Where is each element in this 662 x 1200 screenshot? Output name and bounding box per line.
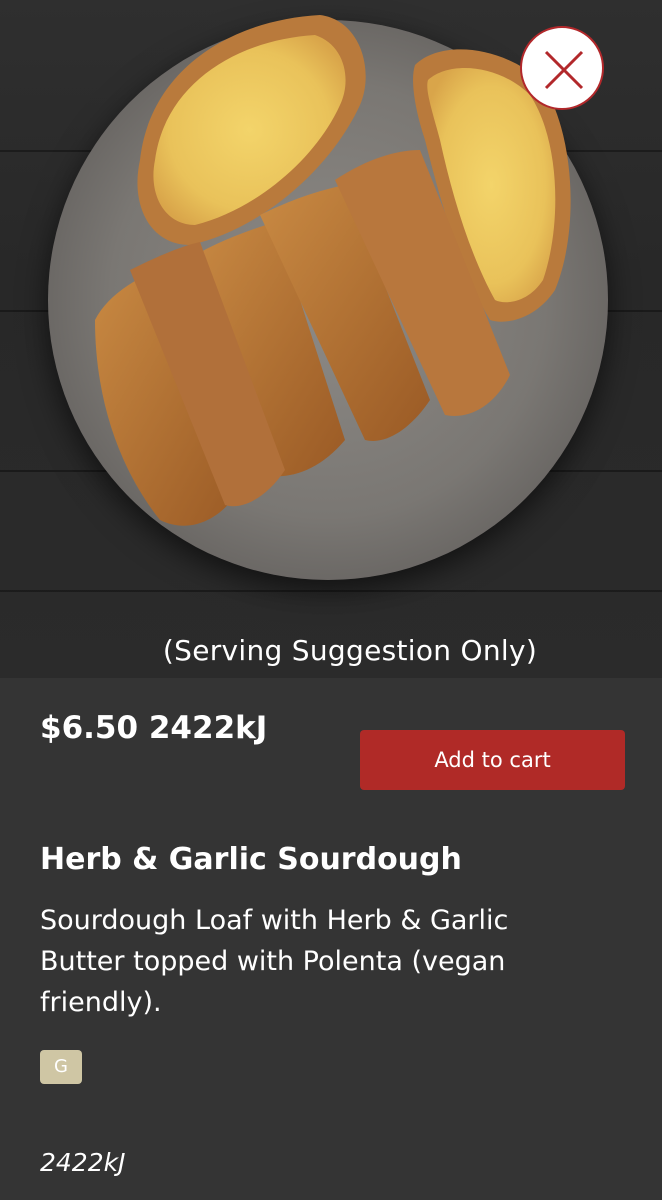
serving-suggestion-caption: (Serving Suggestion Only)	[162, 634, 538, 667]
energy-footer: 2422kJ	[40, 1148, 126, 1177]
price: $6.50	[40, 710, 139, 746]
product-description: Sourdough Loaf with Herb & Garlic Butter…	[40, 905, 509, 1018]
add-to-cart-button[interactable]: Add to cart	[360, 730, 625, 790]
product-title: Herb & Garlic Sourdough	[40, 842, 462, 877]
energy-kilojoules: 2422kJ	[148, 710, 268, 746]
close-icon	[544, 50, 584, 90]
price-and-energy: $6.50 2422kJ	[40, 710, 267, 746]
dietary-badge: G	[40, 1050, 82, 1084]
product-hero-image: (Serving Suggestion Only)	[0, 0, 662, 678]
close-button[interactable]	[520, 26, 604, 110]
